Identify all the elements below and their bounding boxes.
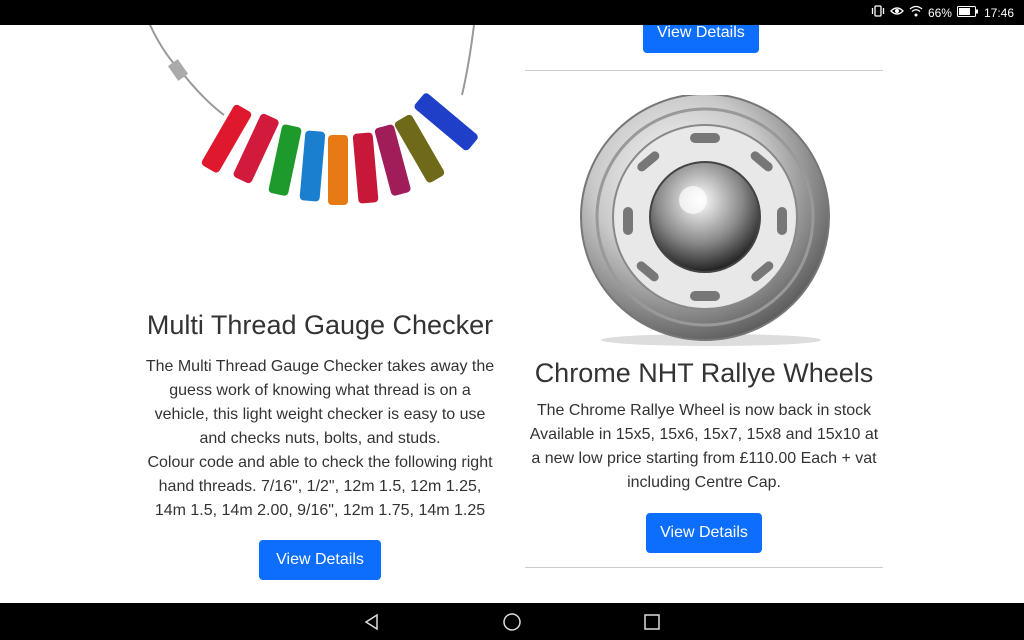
divider [525, 70, 883, 71]
navigation-bar [0, 603, 1024, 640]
status-bar: 66% 17:46 [0, 0, 1024, 25]
product-card-thread-gauge: Multi Thread Gauge Checker The Multi Thr… [144, 25, 496, 580]
product-description: The Chrome Rallye Wheel is now back in s… [529, 402, 879, 491]
recents-icon[interactable] [640, 610, 664, 634]
product-title: Multi Thread Gauge Checker [146, 310, 494, 340]
product-description-threads: Colour code and able to check the follow… [147, 454, 493, 519]
battery-icon [956, 5, 979, 20]
product-list: Multi Thread Gauge Checker The Multi Thr… [0, 25, 1024, 603]
back-icon[interactable] [360, 610, 384, 634]
divider [525, 567, 883, 568]
product-description: The Multi Thread Gauge Checker takes awa… [145, 358, 495, 447]
product-card-rallye-wheels: Chrome NHT Rallye Wheels The Chrome Rall… [525, 93, 883, 553]
chrome-wheel-image[interactable] [525, 93, 883, 347]
product-title: Chrome NHT Rallye Wheels [534, 358, 874, 388]
vibrate-icon [871, 5, 885, 20]
view-details-button[interactable]: View Details [259, 540, 381, 580]
home-icon[interactable] [500, 610, 524, 634]
wifi-icon [909, 5, 923, 20]
battery-percent: 66% [927, 5, 952, 20]
thread-gauge-image[interactable] [144, 25, 496, 295]
view-details-button[interactable]: View Details [646, 513, 762, 553]
view-details-button-previous[interactable]: View Details [643, 25, 759, 53]
status-time: 17:46 [983, 5, 1014, 20]
eye-comfort-icon [890, 5, 904, 20]
